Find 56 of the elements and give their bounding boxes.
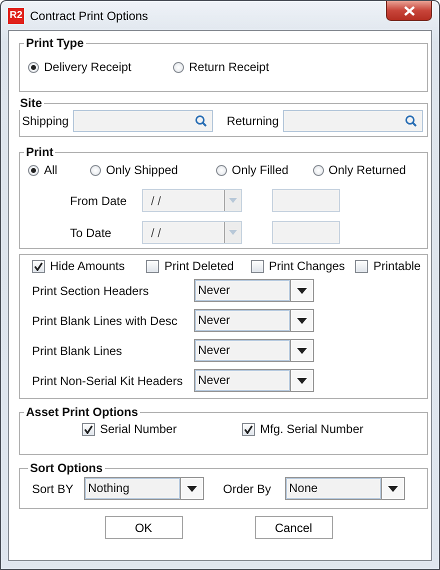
search-field[interactable] — [282, 110, 423, 132]
dropdown-arrow-icon — [297, 348, 307, 354]
radio-option[interactable]: Delivery Receipt — [28, 60, 173, 74]
dropdown[interactable]: Nothing — [84, 477, 204, 500]
section-title: Site — [19, 96, 44, 110]
dropdown[interactable]: None — [285, 477, 405, 500]
dropdown-arrow-icon — [229, 230, 237, 235]
field-label: Shipping — [22, 114, 69, 128]
close-button[interactable] — [386, 1, 432, 21]
radio-option[interactable]: All — [28, 163, 90, 177]
dialog-button[interactable]: Cancel — [254, 516, 332, 539]
checkbox-option[interactable]: Mfg. Serial Number — [242, 422, 402, 436]
dropdown[interactable]: Never — [194, 339, 314, 362]
radio-option[interactable]: Only Filled — [216, 163, 313, 177]
window-title: Contract Print Options — [30, 8, 148, 22]
field-label: To Date — [70, 226, 112, 240]
search-icon — [194, 115, 207, 127]
checkbox-option[interactable]: Print Deleted — [146, 259, 251, 273]
dropdown-arrow-icon — [229, 198, 237, 203]
radio-option[interactable]: Only Returned — [312, 163, 419, 177]
setting-label: Print Blank Lines — [32, 344, 124, 358]
section-title: Print Type — [25, 36, 85, 50]
dialog-button[interactable]: OK — [104, 516, 182, 539]
dropdown-arrow-icon — [297, 318, 307, 324]
section-title: Asset Print Options — [25, 405, 140, 419]
field-label: Returning — [226, 114, 279, 128]
dropdown-arrow-icon — [297, 378, 307, 384]
text-field[interactable] — [272, 189, 340, 212]
checkbox-option[interactable]: Serial Number — [82, 422, 242, 436]
checkbox-option[interactable]: Printable — [355, 259, 425, 273]
check-icon — [34, 262, 43, 270]
checkbox-option[interactable]: Hide Amounts — [32, 259, 146, 273]
section-title: Sort Options — [29, 461, 104, 475]
radio-option[interactable]: Only Shipped — [90, 163, 216, 177]
dropdown[interactable]: Never — [194, 279, 314, 302]
check-icon — [244, 424, 253, 434]
search-icon — [404, 115, 417, 127]
close-icon — [404, 6, 414, 16]
setting-label: Print Blank Lines with Desc — [32, 314, 178, 328]
setting-label: Print Section Headers — [32, 284, 150, 298]
dropdown[interactable]: Never — [194, 309, 314, 332]
check-icon — [84, 424, 93, 434]
radio-option[interactable]: Return Receipt — [173, 60, 318, 74]
field-label: Order By — [223, 482, 272, 496]
dropdown[interactable]: Never — [194, 369, 314, 392]
dropdown-arrow-icon — [388, 486, 398, 492]
section-title: Print — [25, 145, 54, 159]
dropdown-arrow-icon — [187, 486, 197, 492]
checkbox-option[interactable]: Print Changes — [250, 259, 356, 273]
field-label: Sort BY — [32, 482, 74, 496]
setting-label: Print Non-Serial Kit Headers — [32, 374, 184, 388]
search-field[interactable] — [72, 110, 213, 132]
field-label: From Date — [70, 194, 128, 208]
dropdown-arrow-icon — [297, 288, 307, 294]
text-field[interactable] — [272, 221, 340, 244]
app-logo: R2 — [8, 8, 24, 24]
